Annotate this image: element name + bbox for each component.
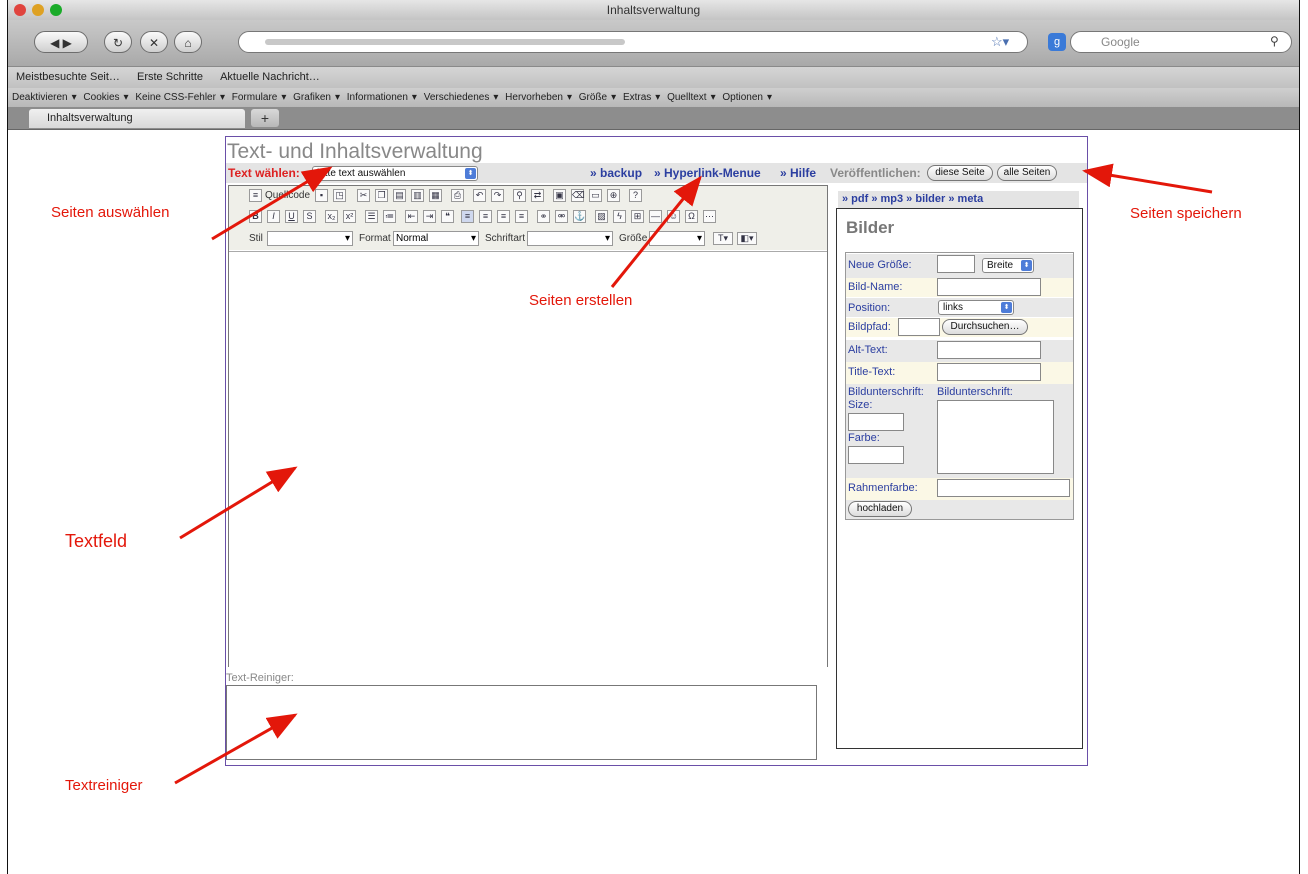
arrow-select-pages (211, 166, 333, 241)
arrow-textcleaner (174, 713, 298, 785)
arrow-save-pages (1082, 163, 1213, 194)
arrow-create-pages (610, 175, 702, 288)
arrow-textfield (179, 466, 298, 540)
annotation-arrows (174, 163, 1213, 785)
